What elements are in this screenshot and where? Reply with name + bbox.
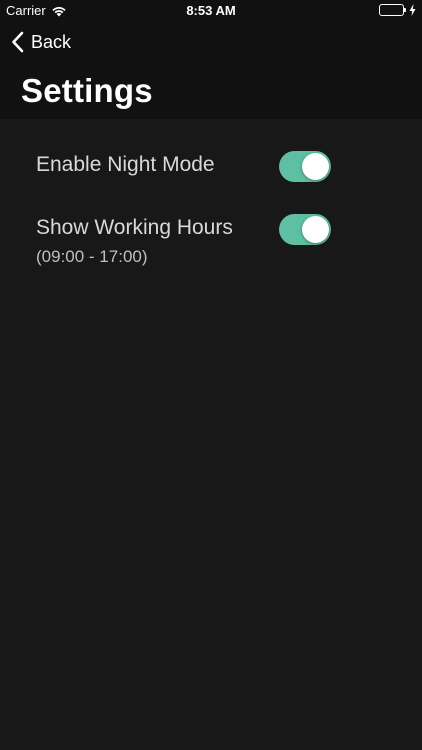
status-bar: Carrier 8:53 AM — [0, 0, 422, 22]
working-hours-label: Show Working Hours — [36, 216, 233, 239]
toggle-knob — [302, 216, 329, 243]
status-time: 8:53 AM — [186, 3, 236, 18]
working-hours-range: (09:00 - 17:00) — [36, 247, 148, 266]
night-mode-label: Enable Night Mode — [36, 153, 215, 176]
night-mode-toggle[interactable] — [279, 151, 331, 182]
back-label: Back — [31, 31, 72, 52]
status-right — [379, 4, 416, 16]
settings-screen: Carrier 8:53 AM Back Settings Enable Nig… — [0, 0, 422, 750]
page-title: Settings — [21, 72, 153, 109]
working-hours-toggle[interactable] — [279, 214, 331, 245]
battery-icon — [379, 4, 406, 16]
toggle-knob — [302, 153, 329, 180]
back-button[interactable]: Back — [11, 31, 71, 53]
charging-bolt-icon — [409, 4, 416, 16]
navigation-header: Back Settings — [0, 22, 422, 119]
chevron-left-icon — [11, 31, 24, 53]
